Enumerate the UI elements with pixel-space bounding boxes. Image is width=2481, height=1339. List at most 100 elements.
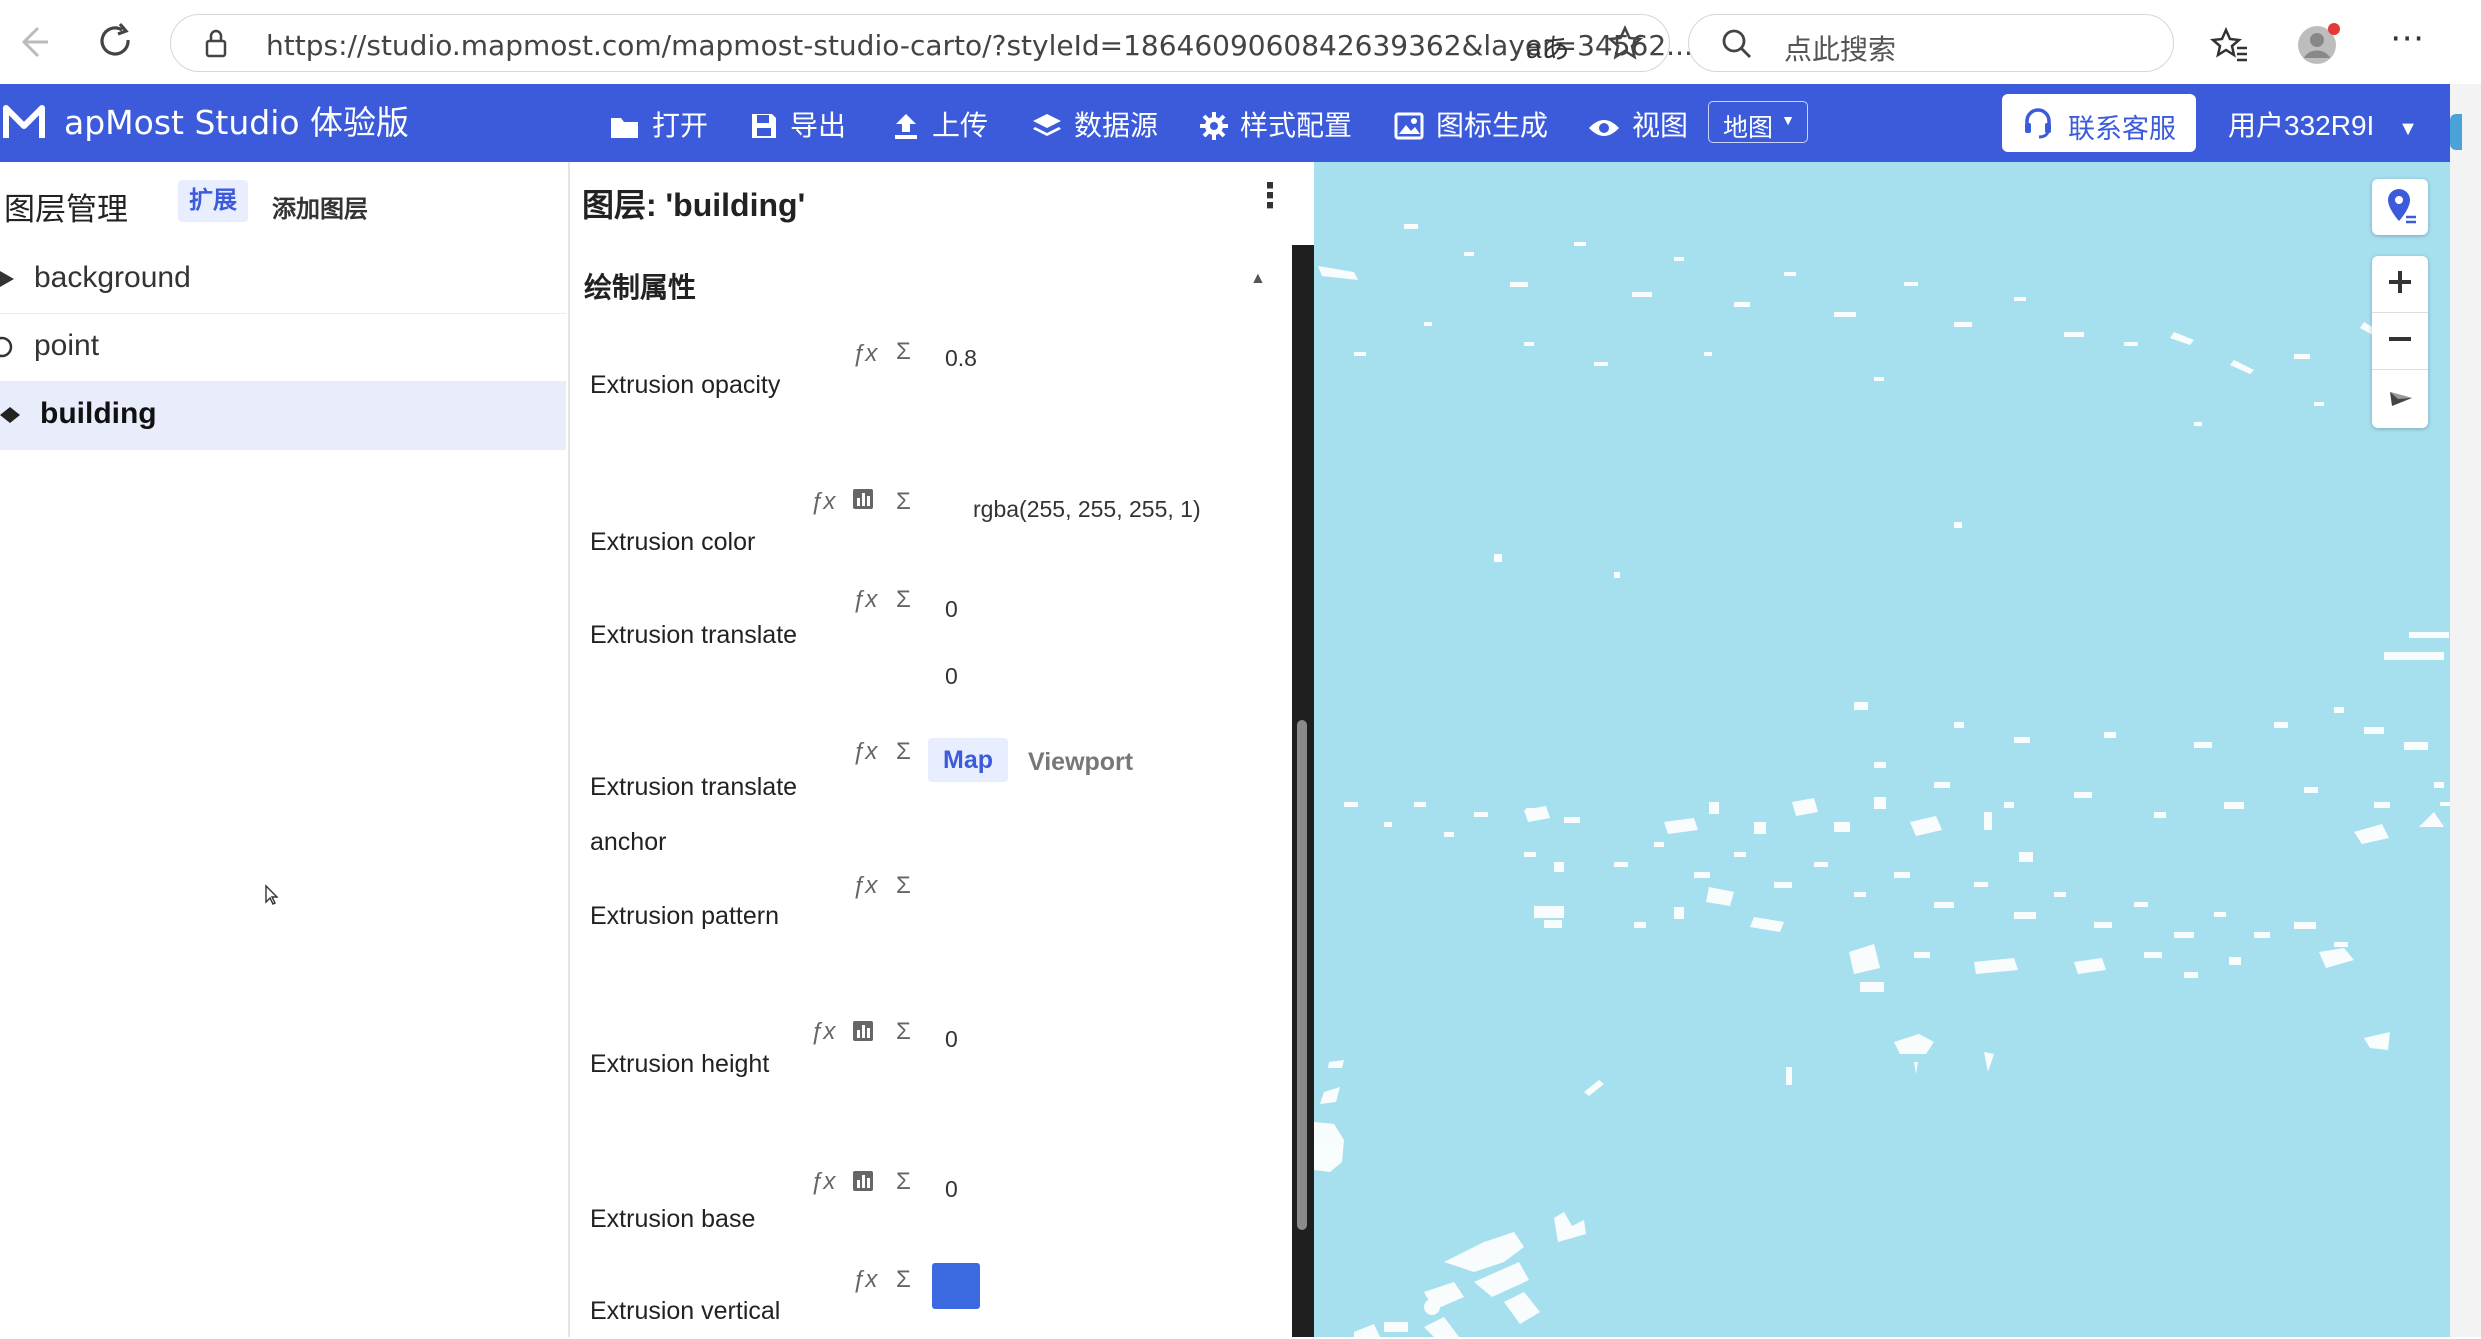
polygon-layer-icon: [0, 269, 16, 294]
sigma-icon[interactable]: Σ: [896, 586, 911, 614]
anchor-map-option[interactable]: Map: [928, 738, 1008, 782]
add-layer-button[interactable]: 添加图层: [272, 189, 368, 224]
data-driven-icon[interactable]: [852, 488, 874, 517]
anchor-viewport-option[interactable]: Viewport: [1028, 748, 1133, 777]
sigma-icon[interactable]: Σ: [896, 872, 911, 900]
address-bar[interactable]: https://studio.mapmost.com/mapmost-studi…: [170, 14, 1693, 72]
collapse-arrow-icon[interactable]: ▲: [1250, 270, 1266, 288]
app-name: apMost Studio 体验版: [64, 103, 410, 142]
menu-upload[interactable]: 上传: [892, 104, 988, 144]
menu-style-config-label: 样式配置: [1240, 110, 1353, 141]
layer-label: point: [34, 329, 100, 362]
plus-icon: [2386, 268, 2414, 301]
minus-icon: [2386, 325, 2414, 358]
sigma-icon[interactable]: Σ: [896, 1266, 911, 1294]
layer-item-background[interactable]: background: [0, 245, 566, 314]
zoom-out-button[interactable]: [2372, 313, 2428, 370]
contact-support-label: 联系客服: [2068, 114, 2176, 144]
sigma-icon[interactable]: Σ: [896, 1168, 911, 1196]
extrusion-base-label: Extrusion base: [590, 1205, 756, 1233]
username: 用户332R9I: [2228, 110, 2375, 141]
layer-properties-title: 图层: 'building': [582, 187, 806, 223]
more-options-icon[interactable]: ⋯: [2390, 18, 2424, 58]
function-icon[interactable]: ƒx: [852, 1266, 877, 1294]
menu-view[interactable]: 视图: [1588, 104, 1688, 144]
extrusion-color-value[interactable]: rgba(255, 255, 255, 1): [973, 496, 1201, 523]
menu-open-label: 打开: [652, 110, 709, 141]
data-driven-icon[interactable]: [852, 1020, 874, 1049]
menu-style-config[interactable]: 样式配置: [1200, 104, 1352, 144]
layer-label: background: [34, 261, 191, 294]
layer-item-point[interactable]: point: [0, 313, 566, 382]
contact-support-button[interactable]: 联系客服: [2002, 94, 2196, 152]
eye-icon: [1589, 120, 1619, 136]
zoom-in-button[interactable]: [2372, 256, 2428, 313]
extrusion-base-value[interactable]: 0: [945, 1176, 958, 1203]
browser-search-box[interactable]: 点此搜索: [1688, 14, 2174, 72]
function-icon[interactable]: ƒx: [810, 488, 835, 516]
back-arrow-icon[interactable]: [8, 18, 56, 66]
translate-anchor-label: Extrusion translate: [590, 773, 798, 801]
view-mode-value: 地图: [1723, 114, 1774, 142]
extrusion-height-value[interactable]: 0: [945, 1026, 958, 1053]
mapmost-logo[interactable]: [0, 96, 62, 150]
expand-button[interactable]: 扩展: [178, 180, 248, 222]
sigma-icon[interactable]: Σ: [896, 1018, 911, 1046]
save-icon: [752, 114, 776, 138]
extrusion-layer-icon: [0, 405, 22, 430]
favorites-icon[interactable]: [2210, 24, 2250, 69]
extrusion-vertical-gradient-label: Extrusion vertical: [590, 1297, 781, 1325]
sigma-icon[interactable]: Σ: [896, 738, 911, 766]
kebab-menu-icon[interactable]: ⋮: [1253, 176, 1287, 216]
folder-icon: [611, 118, 638, 138]
menu-icon-generate[interactable]: 图标生成: [1394, 104, 1548, 144]
map-canvas[interactable]: [1314, 162, 2450, 1337]
browser-toolbar: https://studio.mapmost.com/mapmost-studi…: [0, 0, 2481, 85]
function-icon[interactable]: ƒx: [810, 1018, 835, 1046]
menu-export[interactable]: 导出: [750, 104, 846, 144]
profile-avatar[interactable]: [2296, 22, 2342, 73]
data-driven-icon[interactable]: [852, 1170, 874, 1199]
menu-datasource[interactable]: 数据源: [1032, 104, 1158, 144]
mouse-cursor-icon: [264, 884, 280, 911]
sigma-icon[interactable]: Σ: [896, 338, 911, 366]
zoom-control-group: [2372, 256, 2428, 428]
translate-x-value[interactable]: 0: [945, 596, 958, 623]
search-placeholder: 点此搜索: [1784, 34, 1897, 65]
extrusion-translate-label: Extrusion translate: [590, 621, 798, 649]
vertical-gradient-toggle[interactable]: [932, 1263, 980, 1309]
extrusion-opacity-value[interactable]: 0.8: [945, 345, 977, 372]
menu-view-label: 视图: [1632, 110, 1689, 141]
user-menu[interactable]: 用户332R9I ▼: [2228, 104, 2418, 144]
browser-sidebar-strip: [2450, 84, 2481, 1337]
compass-icon: [2388, 384, 2414, 415]
menu-open[interactable]: 打开: [610, 104, 708, 144]
function-icon[interactable]: ƒx: [852, 872, 877, 900]
url-text[interactable]: https://studio.mapmost.com/mapmost-studi…: [266, 29, 1693, 62]
layer-label: building: [40, 397, 157, 430]
translate-icon[interactable]: aあ: [1526, 27, 1570, 67]
menu-upload-label: 上传: [932, 110, 989, 141]
function-icon[interactable]: ƒx: [852, 340, 877, 368]
layer-properties-panel: 图层: 'building' ⋮ 绘制属性 ▲ Extrusion opacit…: [570, 162, 1292, 1337]
translate-anchor-label-2: anchor: [590, 828, 667, 856]
headset-icon: [2022, 107, 2054, 146]
translate-y-value[interactable]: 0: [945, 663, 958, 690]
lock-icon[interactable]: [201, 27, 231, 66]
menu-datasource-label: 数据源: [1074, 110, 1159, 141]
view-mode-select[interactable]: 地图 ▼: [1708, 101, 1808, 143]
compass-button[interactable]: [2372, 370, 2428, 426]
extrusion-opacity-label: Extrusion opacity: [590, 371, 781, 399]
sigma-icon[interactable]: Σ: [896, 488, 911, 516]
favorite-star-icon[interactable]: [1605, 23, 1645, 68]
panel-title: 图层管理: [4, 192, 128, 227]
sidebar-edge-icon[interactable]: [2450, 114, 2462, 150]
layer-item-building[interactable]: building: [0, 381, 566, 450]
function-icon[interactable]: ƒx: [852, 586, 877, 614]
reload-icon[interactable]: [92, 18, 140, 66]
geolocate-button[interactable]: [2372, 179, 2428, 235]
panel-scrollbar[interactable]: [1297, 720, 1307, 1230]
function-icon[interactable]: ƒx: [852, 738, 877, 766]
function-icon[interactable]: ƒx: [810, 1168, 835, 1196]
app-header: apMost Studio 体验版 打开 导出 上传 数据源 样式配置 图标生成…: [0, 84, 2450, 162]
